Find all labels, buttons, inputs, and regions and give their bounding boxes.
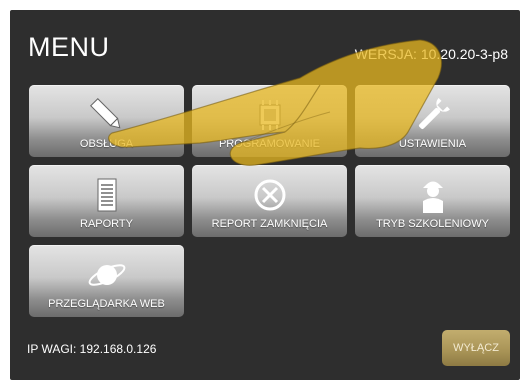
planet-icon — [88, 264, 125, 286]
tile-ustawienia[interactable]: USTAWIENIA — [355, 85, 510, 157]
page-title: MENU — [28, 32, 110, 62]
tile-label: USTAWIENIA — [398, 138, 467, 150]
close-circle-icon — [254, 179, 285, 211]
chip-icon — [259, 100, 280, 130]
tile-label: REPORT ZAMKNIĘCIA — [211, 218, 328, 230]
tile-report-zamkniecia[interactable]: REPORT ZAMKNIĘCIA — [192, 165, 347, 237]
tile-label: TRYB SZKOLENIOWY — [376, 218, 489, 230]
power-off-button[interactable]: WYŁĄCZ — [442, 330, 510, 366]
tile-tryb-szkoleniowy[interactable]: TRYB SZKOLENIOWY — [355, 165, 510, 237]
tile-obsluga[interactable]: OBSŁUGA — [29, 85, 184, 157]
trainee-icon — [422, 181, 443, 213]
tile-raporty[interactable]: RAPORTY — [29, 165, 184, 237]
pen-icon — [89, 98, 120, 129]
document-icon — [97, 178, 116, 212]
tile-programowanie[interactable]: PROGRAMOWANIE — [192, 85, 347, 157]
tile-label: PRZEGLĄDARKA WEB — [48, 298, 165, 310]
tile-label: RAPORTY — [80, 218, 133, 230]
tile-label: OBSŁUGA — [79, 138, 134, 150]
wrench-icon — [418, 98, 450, 130]
tile-przegladarka-web[interactable]: PRZEGLĄDARKA WEB — [29, 245, 184, 317]
ip-address-label: IP WAGI: 192.168.0.126 — [27, 342, 157, 356]
version-label: WERSJA: 10.20.20-3-p8 — [354, 46, 508, 62]
tile-label: PROGRAMOWANIE — [218, 138, 321, 150]
touch-screen: MENU WERSJA: 10.20.20-3-p8 OBSŁUGA PROGR… — [10, 10, 520, 380]
